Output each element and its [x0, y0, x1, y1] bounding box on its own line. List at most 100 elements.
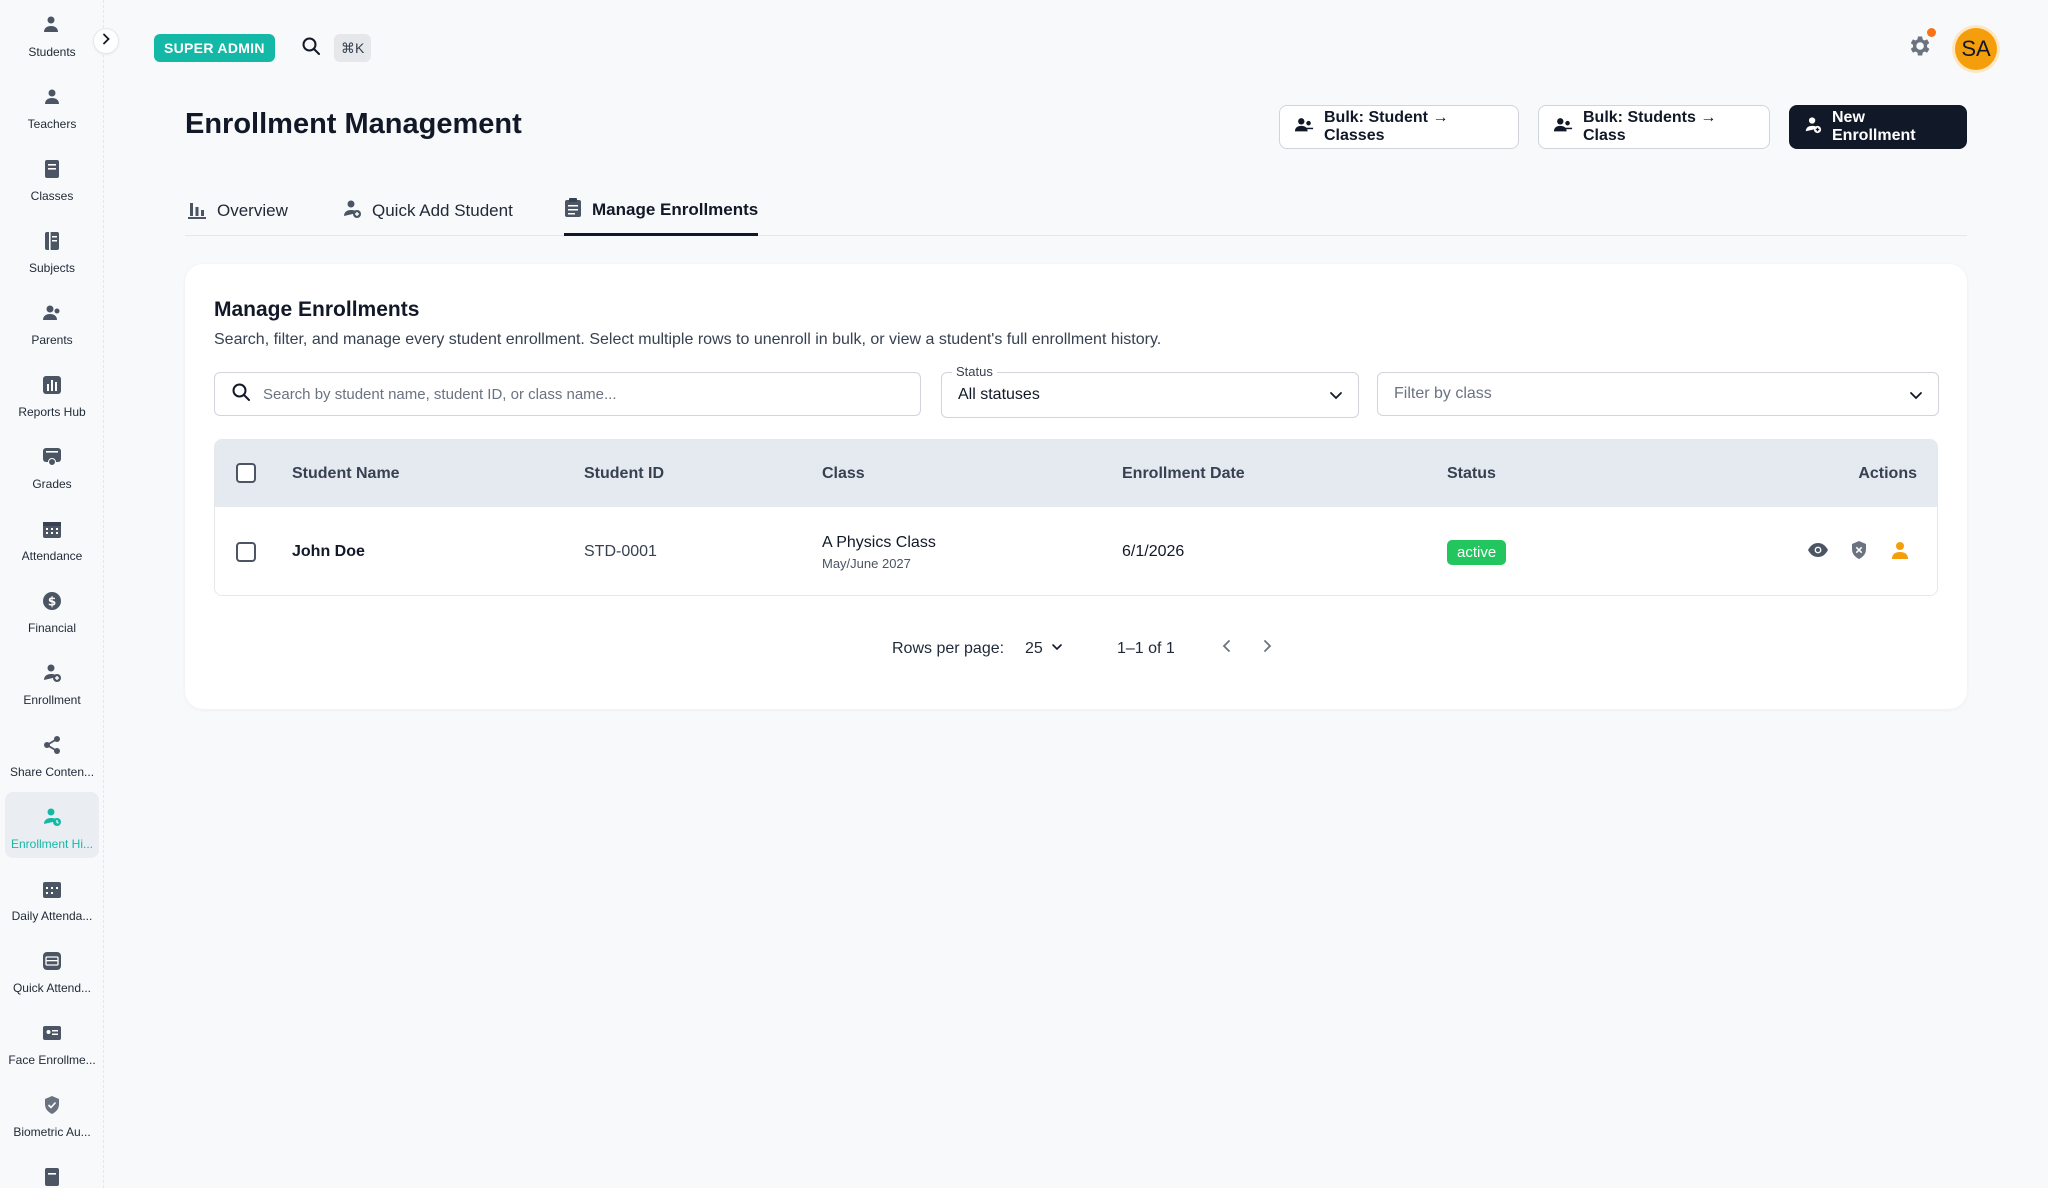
tab-bar: Overview Quick Add Student Manage Enroll…: [185, 186, 1967, 236]
role-badge: SUPER ADMIN: [154, 34, 275, 62]
sidebar-item-label: Biometric Au...: [13, 1125, 91, 1139]
enrollment-date-cell: 6/1/2026: [1122, 543, 1185, 560]
column-header-status[interactable]: Status: [1447, 440, 1496, 507]
rows-per-page-value: 25: [1025, 640, 1043, 657]
shortcut-hint: ⌘K: [334, 34, 372, 62]
column-header-student-id[interactable]: Student ID: [584, 440, 664, 507]
sidebar-toggle-button[interactable]: [93, 28, 119, 54]
sidebar-item-biometric-auth[interactable]: Biometric Au...: [5, 1080, 99, 1146]
sidebar-item-label: Attendance: [21, 549, 83, 563]
chevron-right-icon: [1261, 639, 1273, 658]
user-group-icon: [41, 14, 63, 36]
user-avatar[interactable]: SA: [1955, 28, 1997, 70]
sidebar-item-enrollment[interactable]: Enrollment: [5, 648, 99, 714]
svg-text:$: $: [48, 595, 56, 609]
sidebar-item-students[interactable]: Students: [5, 0, 99, 66]
search-field: [214, 372, 921, 416]
sidebar-item-label: Enrollment Hi...: [10, 837, 94, 851]
search-input[interactable]: [263, 385, 903, 403]
id-card-icon: [41, 1022, 63, 1044]
class-filter-select[interactable]: Filter by class: [1377, 372, 1939, 416]
sidebar-item-label: Daily Attenda...: [11, 909, 93, 923]
chevron-left-icon: [1221, 639, 1233, 658]
sidebar-item-label: Share Conten...: [9, 765, 95, 779]
sidebar-item-enrollment-history[interactable]: Enrollment Hi...: [5, 792, 99, 858]
class-filter-placeholder: Filter by class: [1394, 385, 1492, 402]
user-history-icon: [41, 806, 63, 828]
notification-dot: [1927, 28, 1936, 37]
sidebar-item-label: Financial: [27, 621, 77, 635]
class-cell: A Physics Class May/June 2027: [822, 507, 936, 595]
eye-icon: [1807, 542, 1829, 563]
dollar-icon: $: [41, 590, 63, 612]
settings-button[interactable]: [1904, 33, 1934, 63]
button-label: Bulk: Students → Class: [1583, 109, 1717, 144]
sidebar-item-classes[interactable]: Classes: [5, 144, 99, 210]
column-header-enrollment-date[interactable]: Enrollment Date: [1122, 440, 1245, 507]
tab-manage-enrollments[interactable]: Manage Enrollments: [564, 186, 759, 236]
status-select-value: All statuses: [958, 386, 1040, 403]
select-all-checkbox[interactable]: [236, 463, 256, 483]
sidebar-item-parents[interactable]: Parents: [5, 288, 99, 354]
sidebar-item-label: Grades: [32, 477, 72, 491]
row-checkbox[interactable]: [236, 542, 256, 562]
sidebar-item-reports-hub[interactable]: Reports Hub: [5, 360, 99, 426]
sidebar-item-subjects[interactable]: Subjects: [5, 216, 99, 282]
tab-quick-add-student[interactable]: Quick Add Student: [342, 186, 513, 236]
users-icon: [1553, 116, 1573, 139]
sidebar-item-grades[interactable]: Grades: [5, 432, 99, 498]
table-row: John Doe STD-0001 A Physics Class May/Ju…: [215, 507, 1937, 595]
search-icon: [231, 382, 251, 407]
table-header: Student Name Student ID Class Enrollment…: [215, 440, 1937, 507]
user-add-icon: [1804, 116, 1822, 139]
student-profile-button[interactable]: [1887, 539, 1913, 565]
sidebar-item-label: Face Enrollme...: [8, 1053, 96, 1067]
sidebar-item-more[interactable]: [5, 1152, 99, 1188]
calendar-days-icon: [41, 878, 63, 900]
parents-icon: [41, 302, 63, 324]
sidebar-item-attendance[interactable]: Attendance: [5, 504, 99, 570]
page-title: Enrollment Management: [185, 108, 522, 140]
calendar-icon: [41, 518, 63, 540]
app-frame: Students Teachers Classes Subjects Paren…: [0, 0, 2048, 1188]
bulk-student-to-classes-button[interactable]: Bulk: Student → Classes: [1279, 105, 1519, 149]
card-description: Search, filter, and manage every student…: [214, 331, 1162, 348]
sidebar-item-quick-attendance[interactable]: Quick Attend...: [5, 936, 99, 1002]
previous-page-button[interactable]: [1213, 634, 1241, 662]
tab-label: Manage Enrollments: [592, 199, 759, 219]
sidebar-item-label: Quick Attend...: [12, 981, 92, 995]
rows-per-page-select[interactable]: 25: [1025, 636, 1063, 662]
status-cell: active: [1447, 507, 1507, 595]
manage-enrollments-card: Manage Enrollments Search, filter, and m…: [185, 264, 1967, 709]
sidebar-item-label: Subjects: [28, 261, 76, 275]
button-label: Bulk: Student → Classes: [1324, 109, 1449, 144]
unenroll-button[interactable]: [1846, 539, 1872, 565]
column-header-student-name[interactable]: Student Name: [292, 440, 400, 507]
quick-attendance-icon: [41, 950, 63, 972]
new-enrollment-button[interactable]: New Enrollment: [1789, 105, 1967, 149]
sidebar-item-financial[interactable]: $ Financial: [5, 576, 99, 642]
shield-x-icon: [1850, 540, 1868, 565]
class-session: May/June 2027: [822, 555, 911, 571]
status-select[interactable]: Status All statuses: [941, 364, 1359, 418]
shield-check-icon: [41, 1094, 63, 1116]
view-history-button[interactable]: [1805, 539, 1831, 565]
global-search-button[interactable]: [298, 35, 324, 61]
sidebar-item-daily-attendance[interactable]: Daily Attenda...: [5, 864, 99, 930]
button-label: New Enrollment: [1832, 109, 1916, 144]
user-add-icon: [41, 662, 63, 684]
tab-label: Quick Add Student: [372, 201, 513, 220]
column-header-class[interactable]: Class: [822, 440, 865, 507]
bar-chart-icon: [41, 374, 63, 396]
sidebar-item-share-content[interactable]: Share Conten...: [5, 720, 99, 786]
sidebar-item-face-enrollment[interactable]: Face Enrollme...: [5, 1008, 99, 1074]
sidebar-item-teachers[interactable]: Teachers: [5, 72, 99, 138]
tab-overview[interactable]: Overview: [187, 186, 288, 236]
bulk-students-to-class-button[interactable]: Bulk: Students → Class: [1538, 105, 1770, 149]
teacher-icon: [41, 86, 63, 108]
pagination-range: 1–1 of 1: [1117, 640, 1175, 657]
next-page-button[interactable]: [1253, 634, 1281, 662]
sidebar-item-label: Teachers: [27, 117, 77, 131]
tab-label: Overview: [217, 201, 288, 220]
student-name-cell: John Doe: [292, 543, 365, 560]
